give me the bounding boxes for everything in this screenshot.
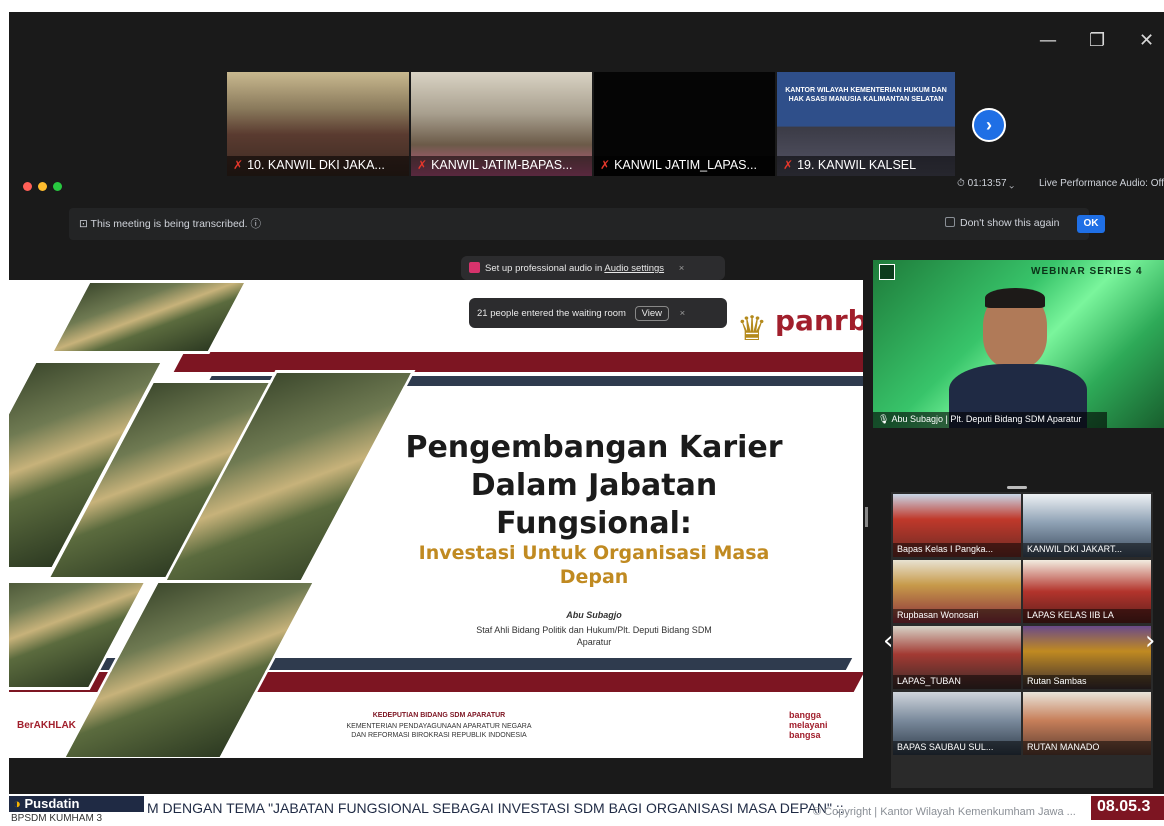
ticker-text: M DENGAN TEMA "JABATAN FUNGSIONAL SEBAGA… xyxy=(147,800,844,816)
slide-speaker-role: Aparatur xyxy=(576,637,612,647)
next-page-button[interactable]: › xyxy=(972,108,1006,142)
gallery-tile[interactable]: BAPAS SAUBAU SUL... xyxy=(893,692,1021,755)
strip-tile-label: ✗ 19. KANWIL KALSEL xyxy=(777,156,955,176)
gallery-tile[interactable]: LAPAS KELAS IIB LA xyxy=(1023,560,1151,623)
slide-photo-1 xyxy=(49,280,249,354)
ok-button[interactable]: OK xyxy=(1077,215,1105,233)
strip-tile-dki[interactable]: ✗ 10. KANWIL DKI JAKA... xyxy=(227,72,409,176)
restore-icon[interactable]: ❐ xyxy=(1089,30,1105,51)
info-icon[interactable]: ⓘ xyxy=(250,218,261,230)
gallery-tile-label: KANWIL DKI JAKART... xyxy=(1023,543,1151,557)
gallery-tile-label: LAPAS KELAS IIB LA xyxy=(1023,609,1151,623)
strip-tile-label: ✗ KANWIL JATIM_LAPAS... xyxy=(594,156,775,176)
minimize-dot-icon[interactable] xyxy=(38,182,47,191)
splitter-handle[interactable] xyxy=(865,507,868,527)
mic-muted-icon: ✗ xyxy=(233,158,244,172)
panrb-logo: panrb xyxy=(775,304,863,337)
close-icon[interactable]: × xyxy=(680,308,686,319)
audio-settings-link[interactable]: Audio settings xyxy=(604,263,664,274)
footer-org: KEMENTERIAN PENDAYAGUNAAN APARATUR NEGAR… xyxy=(346,723,532,730)
strip-tile-label: ✗ 10. KANWIL DKI JAKA... xyxy=(227,156,409,176)
minimize-icon[interactable]: — xyxy=(1039,30,1057,51)
bangga-melayani-logo: bangga melayani bangsa xyxy=(789,710,828,740)
strip-tile-jatim-bapas[interactable]: ✗ KANWIL JATIM-BAPAS... xyxy=(411,72,592,176)
webinar-banner: WEBINAR SERIES 4 xyxy=(1031,266,1143,277)
strip-tile-jatim-lapas[interactable]: ✗ KANWIL JATIM_LAPAS... xyxy=(594,72,775,176)
ticker-clock: 08.05.3 xyxy=(1091,796,1164,820)
gallery-next-icon[interactable]: › xyxy=(1145,626,1155,656)
gallery-tile[interactable]: Rutan Sambas xyxy=(1023,626,1151,689)
gallery-tile-label: RUTAN MANADO xyxy=(1023,741,1151,755)
gallery-prev-icon[interactable]: ‹ xyxy=(883,626,893,656)
screen: — ❐ ✕ ✗ 10. KANWIL DKI JAKA... ✗ KANWIL JA… xyxy=(9,12,1164,826)
slide-subtitle-line: Investasi Untuk Organisasi Masa xyxy=(418,542,770,564)
chevron-right-icon: › xyxy=(986,114,992,135)
audio-icon xyxy=(469,262,480,273)
shared-slide: Pengembangan Karier Dalam Jabatan Fungsi… xyxy=(9,280,863,758)
slide-stripe-top xyxy=(173,352,863,372)
view-button[interactable]: View xyxy=(634,306,669,321)
gallery-tile[interactable]: RUTAN MANADO xyxy=(1023,692,1151,755)
gallery-tile-label: Bapas Kelas I Pangka... xyxy=(893,543,1021,557)
mic-muted-icon: ✗ xyxy=(417,158,428,172)
captions-icon: ⊡ xyxy=(79,218,88,230)
channel-label: BPSDM KUMHAM 3 xyxy=(11,813,103,824)
slide-title-line: Pengembangan Karier xyxy=(405,430,783,465)
footer-org: DAN REFORMASI BIROKRASI REPUBLIK INDONES… xyxy=(351,732,527,739)
garuda-emblem-icon: ♛ xyxy=(736,310,768,348)
gallery-tile[interactable]: Rupbasan Wonosari xyxy=(893,560,1021,623)
mic-muted-icon: ✗ xyxy=(600,158,611,172)
speaker-name-label: 🎙 Abu Subagjo | Plt. Deputi Bidang SDM A… xyxy=(873,412,1107,428)
kalsel-sign: KANTOR WILAYAH KEMENTERIAN HUKUM DAN HAK… xyxy=(785,87,947,103)
strip-tile-label: ✗ KANWIL JATIM-BAPAS... xyxy=(411,156,592,176)
audio-settings-popup: Set up professional audio in Audio setti… xyxy=(461,256,725,280)
dont-show-checkbox[interactable]: Don't show this again xyxy=(945,217,1059,229)
pusdatin-logo-icon: ◑ xyxy=(13,796,21,811)
transcription-banner: ⊡ This meeting is being transcribed. ⓘ D… xyxy=(69,208,1105,240)
gallery-tile-label: BAPAS SAUBAU SUL... xyxy=(893,741,1021,755)
gallery-tile-label: LAPAS_TUBAN xyxy=(893,675,1021,689)
gallery-tile[interactable]: LAPAS_TUBAN xyxy=(893,626,1021,689)
slide-speaker-role: Staf Ahli Bidang Politik dan Hukum/Plt. … xyxy=(476,625,712,635)
zoom-dot-icon[interactable] xyxy=(53,182,62,191)
waiting-room-popup: 21 people entered the waiting room View … xyxy=(469,298,727,328)
copyright-watermark: © Copyright | Kantor Wilayah Kemenkumham… xyxy=(813,806,1076,818)
panel-drag-handle[interactable] xyxy=(1007,486,1027,489)
close-icon[interactable]: ✕ xyxy=(1139,30,1154,51)
slide-title-line: Fungsional: xyxy=(496,506,692,541)
slide-subtitle-line: Depan xyxy=(559,566,629,588)
traffic-lights xyxy=(23,178,68,196)
gallery-tile-label: Rutan Sambas xyxy=(1023,675,1151,689)
mic-muted-icon: ✗ xyxy=(783,158,794,172)
gallery-tile[interactable]: KANWIL DKI JAKART... xyxy=(1023,494,1151,557)
speaker-hair xyxy=(985,288,1045,308)
footer-org: KEDEPUTIAN BIDANG SDM APARATUR xyxy=(372,712,506,719)
slide-title-line: Dalam Jabatan xyxy=(470,468,718,503)
meeting-timer: ⏱ 01:13:57 ⌄ xyxy=(957,178,1015,189)
audio-mode[interactable]: Live Performance Audio: Off xyxy=(1039,178,1164,189)
pusdatin-badge: ◑ Pusdatin xyxy=(9,796,144,812)
news-ticker: ◑ Pusdatin BPSDM KUMHAM 3 M DENGAN TEMA … xyxy=(9,794,1164,826)
close-dot-icon[interactable] xyxy=(23,182,32,191)
mic-icon: 🎙 xyxy=(878,414,890,424)
berakhlak-logo: BerAKHLAK xyxy=(17,720,76,731)
strip-tile-kalsel[interactable]: KANTOR WILAYAH KEMENTERIAN HUKUM DAN HAK… xyxy=(777,72,955,176)
gallery-grid: Bapas Kelas I Pangka... KANWIL DKI JAKAR… xyxy=(891,492,1153,788)
kumham-logo-icon xyxy=(879,264,895,280)
gallery-tile-label: Rupbasan Wonosari xyxy=(893,609,1021,623)
gallery-tile[interactable]: Bapas Kelas I Pangka... xyxy=(893,494,1021,557)
close-icon[interactable]: × xyxy=(679,263,685,274)
slide-speaker-name: Abu Subagjo xyxy=(566,610,622,620)
active-speaker-video[interactable]: WEBINAR SERIES 4 🎙 Abu Subagjo | Plt. De… xyxy=(873,260,1164,428)
